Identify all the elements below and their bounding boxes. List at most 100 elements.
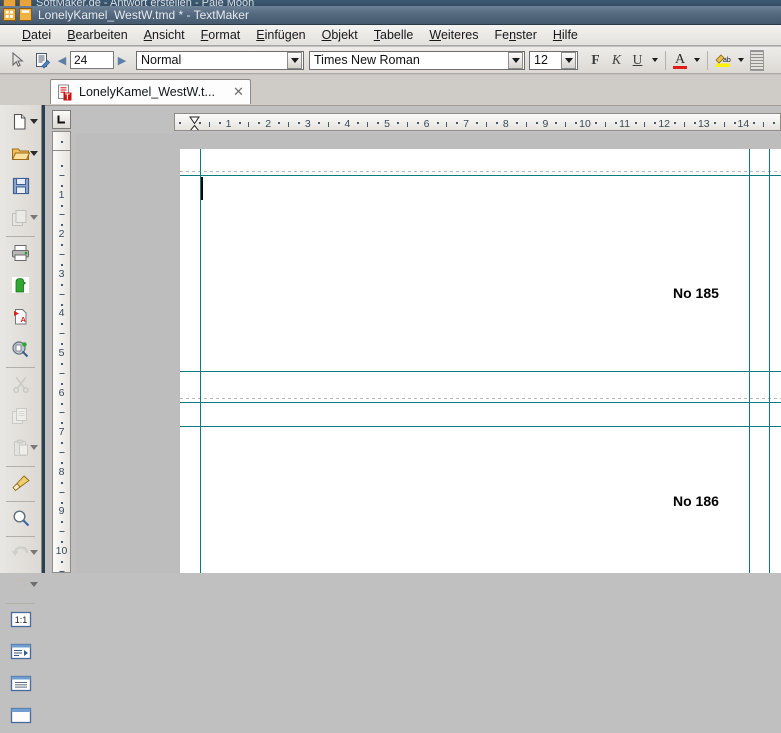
toolbar-button-view-master[interactable]: [0, 701, 41, 733]
ruler-minor-mark: [377, 122, 380, 124]
toolbar-button-new-document[interactable]: [0, 107, 41, 139]
floppy-disk-icon: [12, 177, 30, 198]
ruler-tick-label: 6: [423, 118, 430, 130]
toolbar-button-view-outline[interactable]: [0, 637, 41, 669]
zoom-input[interactable]: 24: [70, 51, 114, 69]
ruler-tick-label: 8: [502, 118, 509, 130]
ruler-minor-mark: [208, 122, 210, 127]
ruler-minor-mark: [357, 122, 360, 124]
zoom-increase-button[interactable]: ▶: [114, 50, 130, 70]
toolbar-edge: [42, 105, 45, 573]
toolbar-button-zoom-100[interactable]: 1:1: [0, 605, 41, 637]
toolbar-overflow-grip[interactable]: [750, 49, 764, 71]
font-family-combo[interactable]: Times New Roman: [309, 50, 525, 70]
ruler-tick-label: 3: [58, 267, 65, 280]
window-minimize-icon[interactable]: [19, 8, 32, 21]
menu-item-weiteres[interactable]: Weiteres: [421, 26, 486, 44]
toolbar-button-export-pdf[interactable]: A: [0, 302, 41, 334]
ruler-minor-mark: [723, 122, 725, 127]
toolbar-button-save-document[interactable]: [0, 171, 41, 203]
right-margin-guide: [749, 149, 750, 573]
toolbar-button-print-preview[interactable]: [0, 270, 41, 302]
ruler-minor-mark: [60, 442, 63, 445]
chevron-down-icon[interactable]: [30, 582, 38, 587]
toolbar-button-open-document[interactable]: [0, 139, 41, 171]
font-size-combo[interactable]: 12: [529, 50, 578, 70]
menu-item-tabelle[interactable]: Tabelle: [366, 26, 422, 44]
document-page[interactable]: No 185 No 186: [180, 149, 781, 573]
magnifier-icon: [12, 509, 30, 530]
underline-options-chevron-down-icon[interactable]: [648, 49, 661, 71]
highlight-chevron-down-icon[interactable]: [734, 49, 747, 71]
document-edit-icon[interactable]: [30, 49, 54, 71]
menu-item-objekt[interactable]: Objekt: [314, 26, 366, 44]
toolbar-divider: [707, 50, 708, 70]
tab-stop-selector-button[interactable]: [52, 110, 71, 129]
text-document-icon: T: [58, 84, 72, 101]
font-color-button[interactable]: A: [670, 50, 690, 71]
toolbar-button-find[interactable]: [0, 503, 41, 535]
menu-item-format[interactable]: Format: [193, 26, 249, 44]
chevron-down-icon[interactable]: [287, 51, 302, 69]
menu-item-hilfe[interactable]: Hilfe: [545, 26, 586, 44]
ruler-minor-mark: [238, 122, 241, 124]
toolbar-button-format-painter[interactable]: [0, 468, 41, 500]
ruler-minor-mark: [60, 481, 63, 484]
menu-item-einfügen[interactable]: Einfügen: [248, 26, 313, 44]
ruler-minor-mark: [258, 122, 261, 124]
ruler-minor-mark: [60, 164, 63, 167]
chevron-down-icon[interactable]: [30, 215, 38, 220]
multiple-pages-icon: [11, 209, 30, 230]
document-canvas[interactable]: No 185 No 186: [76, 133, 781, 573]
menu-item-ansicht[interactable]: Ansicht: [136, 26, 193, 44]
toolbar-button-undo: [0, 538, 41, 570]
ruler-minor-mark: [297, 122, 300, 124]
ruler-minor-mark: [278, 122, 281, 124]
horizontal-ruler[interactable]: 1 2 3 4 5 6 7 8 9 10 11 12 13 14: [174, 113, 781, 131]
zoom-decrease-button[interactable]: ◀: [54, 50, 70, 70]
window-titlebar[interactable]: LonelyKamel_WestW.tmd * - TextMaker: [0, 6, 781, 25]
menu-item-datei[interactable]: Datei: [14, 26, 59, 44]
ruler-minor-mark: [406, 122, 408, 127]
ruler-minor-mark: [317, 122, 320, 124]
toolbar-divider: [6, 603, 35, 604]
chevron-down-icon[interactable]: [30, 119, 38, 124]
page-break-dashed-line: [180, 171, 781, 172]
toolbar-button-preview-zoom[interactable]: [0, 334, 41, 366]
document-tab-label: LonelyKamel_WestW.t...: [79, 85, 215, 99]
ruler-minor-mark: [575, 122, 578, 124]
ruler-dot: [60, 141, 63, 143]
toolbar-button-print[interactable]: [0, 238, 41, 270]
menu-item-fenster[interactable]: Fenster: [486, 26, 544, 44]
chevron-down-icon[interactable]: [508, 51, 523, 69]
pdf-icon: A: [12, 308, 30, 329]
hanging-indent-marker[interactable]: [189, 123, 200, 130]
folder-open-icon: [11, 145, 31, 165]
chevron-down-icon[interactable]: [30, 550, 38, 555]
ruler-minor-mark: [416, 122, 419, 124]
bold-button[interactable]: F: [585, 50, 606, 71]
font-size-value: 12: [534, 53, 548, 67]
chevron-down-icon[interactable]: [561, 51, 576, 69]
italic-button[interactable]: K: [606, 50, 627, 71]
window-menu-icon[interactable]: [3, 8, 16, 21]
document-tab[interactable]: T LonelyKamel_WestW.t... ✕: [50, 79, 251, 104]
ruler-tick-label: 2: [265, 118, 272, 130]
ruler-minor-mark: [179, 122, 182, 124]
chevron-down-icon[interactable]: [30, 151, 38, 156]
ruler-tick-label: 10: [55, 545, 68, 557]
underline-button[interactable]: U: [627, 50, 648, 71]
ruler-minor-mark: [59, 254, 64, 255]
close-icon[interactable]: ✕: [233, 84, 244, 100]
arrow-pointer-icon[interactable]: [6, 49, 30, 71]
ruler-minor-mark: [495, 122, 498, 124]
highlight-button[interactable]: ab: [712, 50, 734, 71]
ruler-tick-label: 13: [697, 118, 710, 130]
paragraph-style-combo[interactable]: Normal: [136, 50, 304, 70]
ruler-tick-label: 14: [737, 118, 750, 130]
font-color-chevron-down-icon[interactable]: [690, 49, 703, 71]
chevron-down-icon[interactable]: [30, 445, 38, 450]
vertical-ruler[interactable]: 1 2 3 4 5 6 7 8 9 10: [52, 150, 71, 573]
menu-item-bearbeiten[interactable]: Bearbeiten: [59, 26, 135, 44]
toolbar-button-view-page[interactable]: [0, 669, 41, 701]
